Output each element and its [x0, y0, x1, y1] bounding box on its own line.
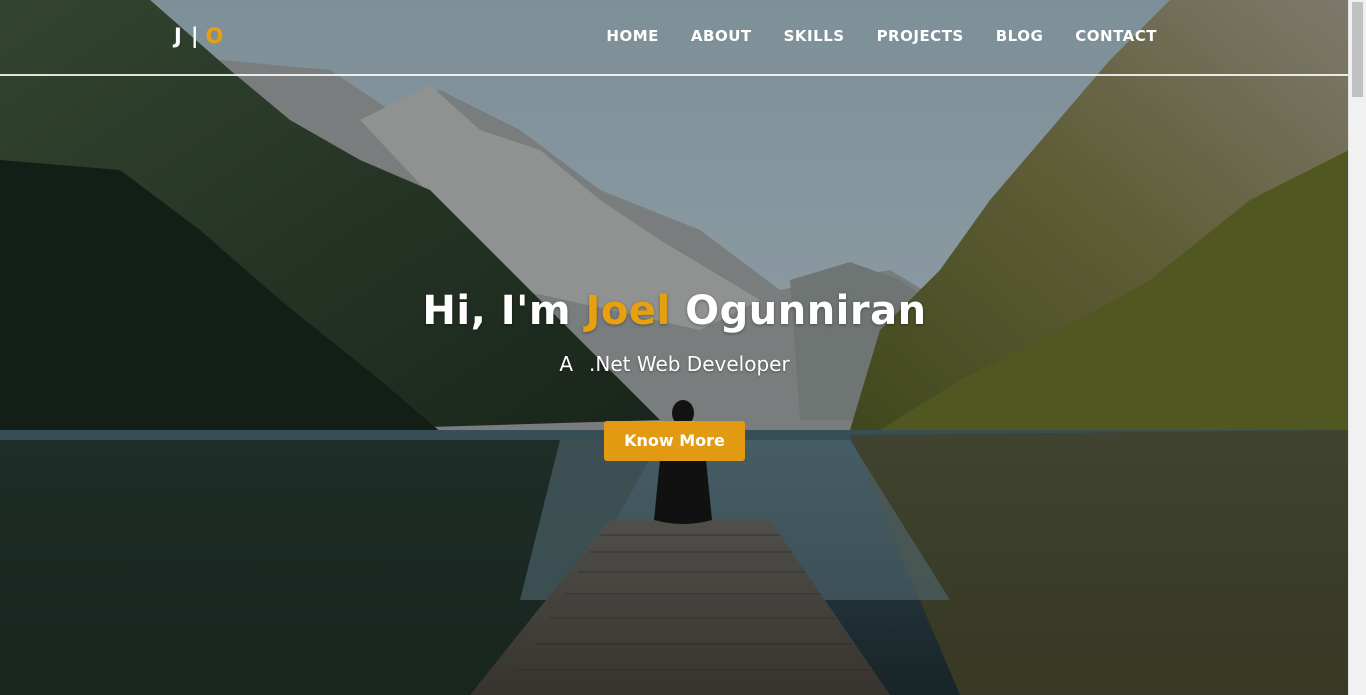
- know-more-button[interactable]: Know More: [604, 421, 745, 461]
- brand-initial-first: J: [174, 24, 183, 48]
- hero-greeting: Hi, I'm: [422, 288, 572, 334]
- nav-menu: HOME ABOUT SKILLS PROJECTS BLOG CONTACT: [574, 27, 1157, 45]
- nav-item-projects[interactable]: PROJECTS: [877, 27, 964, 45]
- top-navbar: J | O HOME ABOUT SKILLS PROJECTS BLOG CONT…: [0, 0, 1349, 76]
- page-scrollbar[interactable]: [1348, 0, 1366, 695]
- hero-subtitle: A .Net Web Developer: [0, 352, 1349, 376]
- nav-item-skills[interactable]: SKILLS: [784, 27, 845, 45]
- hero-subtitle-role: .Net Web Developer: [589, 352, 790, 376]
- scrollbar-thumb[interactable]: [1352, 2, 1363, 97]
- hero-last-name: Ogunniran: [685, 288, 927, 334]
- nav-item-home[interactable]: HOME: [606, 27, 658, 45]
- brand-logo[interactable]: J | O: [174, 24, 224, 48]
- nav-item-blog[interactable]: BLOG: [996, 27, 1044, 45]
- nav-item-about[interactable]: ABOUT: [691, 27, 752, 45]
- hero-section: Hi, I'm Joel Ogunniran A .Net Web Develop…: [0, 288, 1349, 461]
- hero-first-name: Joel: [585, 288, 671, 334]
- portfolio-page: J | O HOME ABOUT SKILLS PROJECTS BLOG CONT…: [0, 0, 1366, 695]
- brand-initial-last: O: [205, 24, 225, 48]
- brand-separator: |: [190, 24, 200, 48]
- nav-item-contact[interactable]: CONTACT: [1075, 27, 1157, 45]
- hero-title: Hi, I'm Joel Ogunniran: [0, 288, 1349, 334]
- hero-subtitle-prefix: A: [559, 352, 574, 376]
